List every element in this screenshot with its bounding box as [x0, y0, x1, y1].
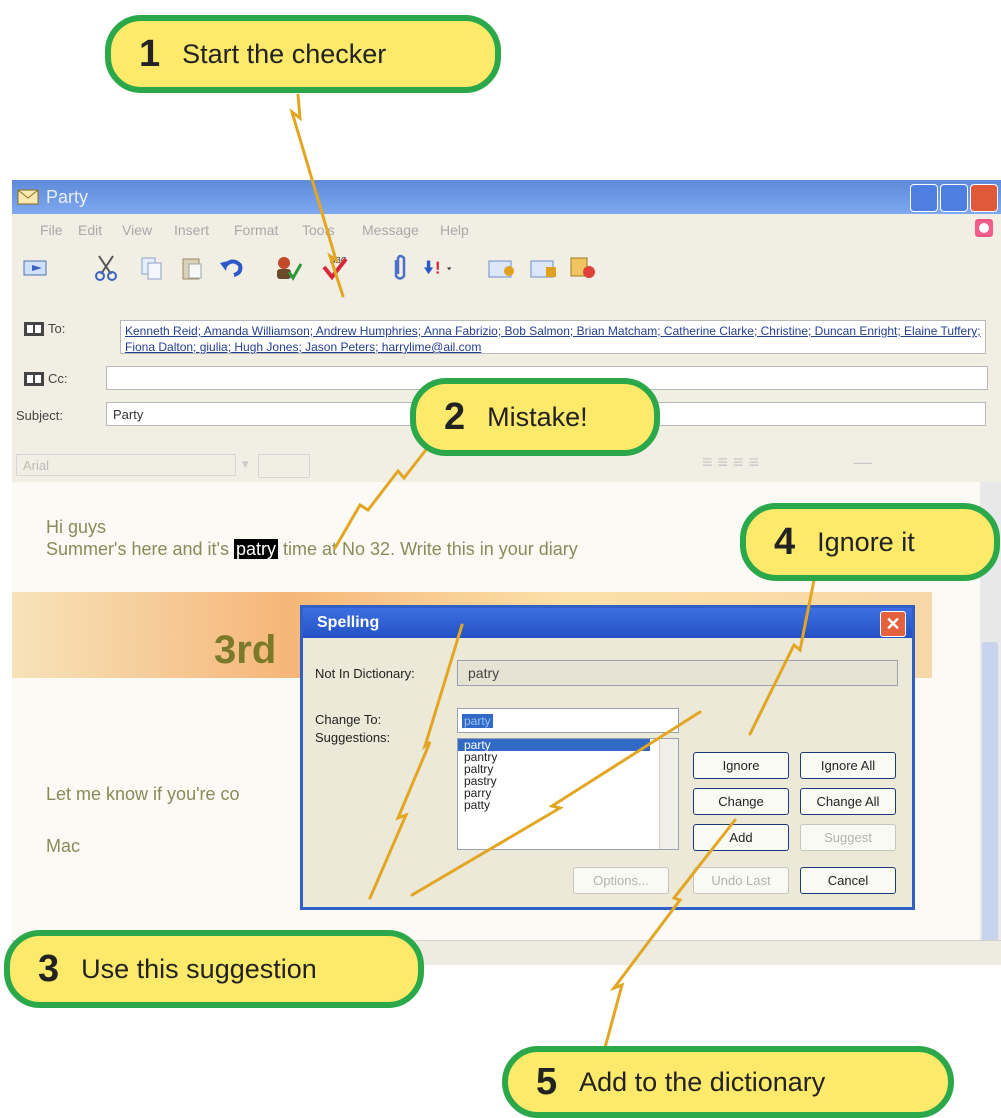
callout-3: 3 Use this suggestion: [4, 930, 424, 1008]
spelling-dialog: Spelling ✕ Not In Dictionary: patry Chan…: [300, 605, 915, 910]
callout-3-text: Use this suggestion: [81, 953, 317, 984]
encrypt-icon[interactable]: [528, 252, 560, 284]
attach-icon[interactable]: [384, 252, 416, 284]
title-bar: Party: [12, 180, 1001, 214]
to-field[interactable]: Kenneth Reid; Amanda Williamson; Andrew …: [120, 320, 986, 354]
cancel-button[interactable]: Cancel: [800, 867, 896, 894]
maximize-button[interactable]: [940, 184, 968, 212]
ignore-all-button[interactable]: Ignore All: [800, 752, 896, 779]
callout-4-number: 4: [774, 520, 796, 563]
callout-3-number: 3: [38, 947, 60, 990]
callout-4: 4 Ignore it: [740, 503, 1000, 581]
window-title: Party: [46, 187, 89, 207]
not-in-dictionary-field: patry: [457, 660, 898, 686]
address-book-icon[interactable]: [24, 372, 44, 386]
envelope-icon: [17, 189, 39, 205]
menu-insert[interactable]: Insert: [174, 222, 209, 238]
dropdown-arrow-icon: ▾: [242, 456, 249, 471]
copy-icon[interactable]: [136, 252, 168, 284]
ignore-button[interactable]: Ignore: [693, 752, 789, 779]
change-to-value: party: [462, 714, 493, 728]
cc-label: Cc:: [48, 371, 68, 386]
greeting-text: Hi guys: [46, 517, 107, 537]
change-all-button[interactable]: Change All: [800, 788, 896, 815]
change-button[interactable]: Change: [693, 788, 789, 815]
callout-4-text: Ignore it: [817, 526, 915, 557]
line1-after: time at No 32. Write this in your diary: [283, 539, 578, 559]
menu-help[interactable]: Help: [440, 222, 469, 238]
callout-5-text: Add to the dictionary: [579, 1066, 826, 1097]
callout-2-text: Mistake!: [487, 401, 588, 432]
menu-view[interactable]: View: [122, 222, 152, 238]
priority-icon[interactable]: [424, 252, 456, 284]
suggestions-scrollbar[interactable]: [659, 739, 678, 849]
to-label: To:: [48, 321, 66, 336]
scrollbar-thumb[interactable]: [982, 642, 998, 942]
font-select[interactable]: Arial: [16, 454, 236, 476]
add-button[interactable]: Add: [693, 824, 789, 851]
menu-message[interactable]: Message: [362, 222, 419, 238]
font-size-select[interactable]: [258, 454, 310, 478]
dialog-title-bar: Spelling ✕: [303, 608, 912, 638]
menu-format[interactable]: Format: [234, 222, 278, 238]
send-icon[interactable]: [20, 252, 52, 284]
undo-last-button: Undo Last: [693, 867, 789, 894]
align-icons: ≡ ≡ ≡ ≡: [702, 452, 760, 472]
paste-icon[interactable]: [176, 252, 208, 284]
menu-file[interactable]: File: [40, 222, 63, 238]
callout-5: 5 Add to the dictionary: [502, 1046, 954, 1118]
suggestion-item[interactable]: patty: [458, 799, 650, 811]
close-window-button[interactable]: [970, 184, 998, 212]
callout-1-text: Start the checker: [182, 38, 387, 69]
undo-icon[interactable]: [216, 252, 248, 284]
callout-2-number: 2: [444, 395, 466, 438]
sign-icon[interactable]: [486, 252, 518, 284]
toolbar: ABC: [12, 244, 1001, 292]
suggestions-list[interactable]: party pantry paltry pastry parry patty: [457, 738, 679, 850]
outlook-logo-icon: [975, 219, 993, 237]
cut-icon[interactable]: [90, 252, 122, 284]
change-to-input[interactable]: party: [457, 708, 679, 733]
menu-bar: File Edit View Insert Format Tools Messa…: [12, 214, 1001, 244]
minimize-button[interactable]: [910, 184, 938, 212]
callout-1: 1 Start the checker: [105, 15, 501, 93]
suggest-button: Suggest: [800, 824, 896, 851]
callout-5-number: 5: [536, 1060, 558, 1103]
dialog-title: Spelling: [317, 614, 380, 631]
misspelled-word: patry: [233, 539, 278, 559]
options-button: Options...: [573, 867, 669, 894]
not-in-dictionary-label: Not In Dictionary:: [315, 666, 415, 681]
body-line-2: Let me know if you're co: [46, 784, 240, 804]
body-line-1: Summer's here and it's patry time at No …: [46, 539, 578, 560]
heading-text: 3rd: [214, 628, 277, 672]
menu-edit[interactable]: Edit: [78, 222, 102, 238]
change-to-label: Change To:: [315, 712, 382, 727]
spelling-check-icon[interactable]: ABC: [318, 252, 350, 284]
subject-label: Subject:: [16, 408, 63, 423]
callout-1-number: 1: [139, 32, 161, 75]
menu-tools[interactable]: Tools: [302, 222, 335, 238]
suggestions-label: Suggestions:: [315, 730, 391, 745]
horizontal-line-icon[interactable]: —: [854, 452, 872, 473]
offline-icon[interactable]: [568, 252, 600, 284]
close-icon[interactable]: ✕: [880, 611, 906, 637]
callout-2: 2 Mistake!: [410, 378, 660, 456]
check-names-icon[interactable]: [272, 252, 304, 284]
address-book-icon[interactable]: [24, 322, 44, 336]
line1-before: Summer's here and it's: [46, 539, 229, 559]
signature: Mac: [46, 836, 81, 856]
